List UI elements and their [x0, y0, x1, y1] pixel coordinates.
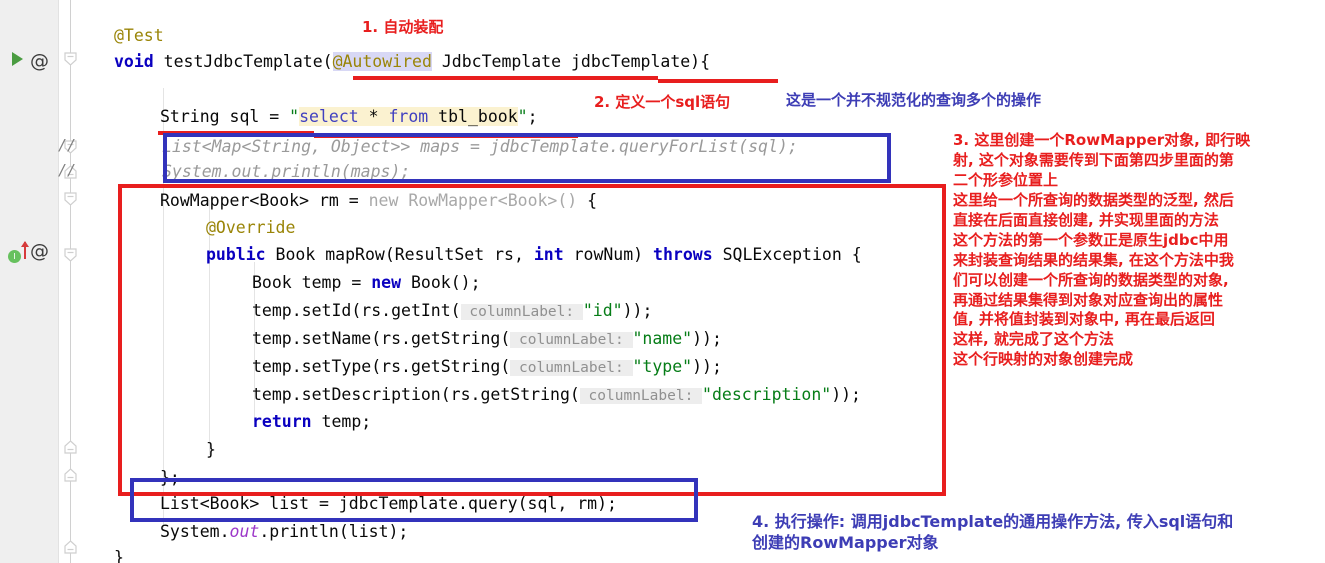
- annotation-note-4: 3. 这里创建一个RowMapper对象, 即行映 射, 这个对象需要传到下面第…: [953, 131, 1251, 369]
- fold-marker-collapsed[interactable]: [63, 540, 78, 555]
- annotation-note-2: 2. 定义一个sql语句: [594, 93, 731, 111]
- fold-marker-expanded[interactable]: [63, 52, 78, 67]
- fold-marker-expanded[interactable]: [63, 192, 78, 207]
- code-line-method-signature: void testJdbcTemplate(@Autowired JdbcTem…: [114, 52, 711, 71]
- fold-marker-collapsed[interactable]: [63, 440, 78, 455]
- run-test-icon[interactable]: [12, 52, 23, 66]
- annotation-box-query-call: [130, 478, 698, 522]
- annotation-marker-icon-2[interactable]: @: [30, 240, 49, 262]
- editor-gutter: @ I @: [0, 0, 59, 563]
- annotation-note-3: 这是一个并不规范化的查询多个的操作: [786, 91, 1042, 109]
- comment-slashes-1: //: [58, 136, 77, 154]
- ide-code-screenshot: @ I @ // // @Test void testJdbcTemplate(…: [0, 0, 1325, 563]
- annotation-box-rowmapper: [118, 184, 946, 496]
- code-line-test-annotation: @Test: [114, 26, 164, 45]
- red-underline-jdbctemplate-param: [658, 79, 778, 83]
- code-line-println-list: System.out.println(list);: [160, 522, 409, 541]
- annotation-marker-icon[interactable]: @: [30, 50, 49, 72]
- annotation-note-1: 1. 自动装配: [362, 18, 444, 36]
- implementation-badge-icon[interactable]: I: [8, 250, 21, 263]
- fold-marker-expanded[interactable]: [63, 248, 78, 263]
- code-line-sql-declaration: String sql = "select * from tbl_book";: [160, 107, 538, 126]
- fold-column: [62, 0, 80, 563]
- override-arrow-icon[interactable]: [21, 241, 29, 259]
- code-line-method-end: }: [114, 548, 124, 563]
- comment-slashes-2: //: [58, 161, 77, 179]
- annotation-note-5: 4. 执行操作: 调用jdbcTemplate的通用操作方法, 传入sql语句和…: [752, 512, 1234, 553]
- annotation-box-commented-code: [163, 133, 891, 183]
- fold-marker-collapsed[interactable]: [63, 468, 78, 483]
- red-underline-autowired: [353, 76, 658, 80]
